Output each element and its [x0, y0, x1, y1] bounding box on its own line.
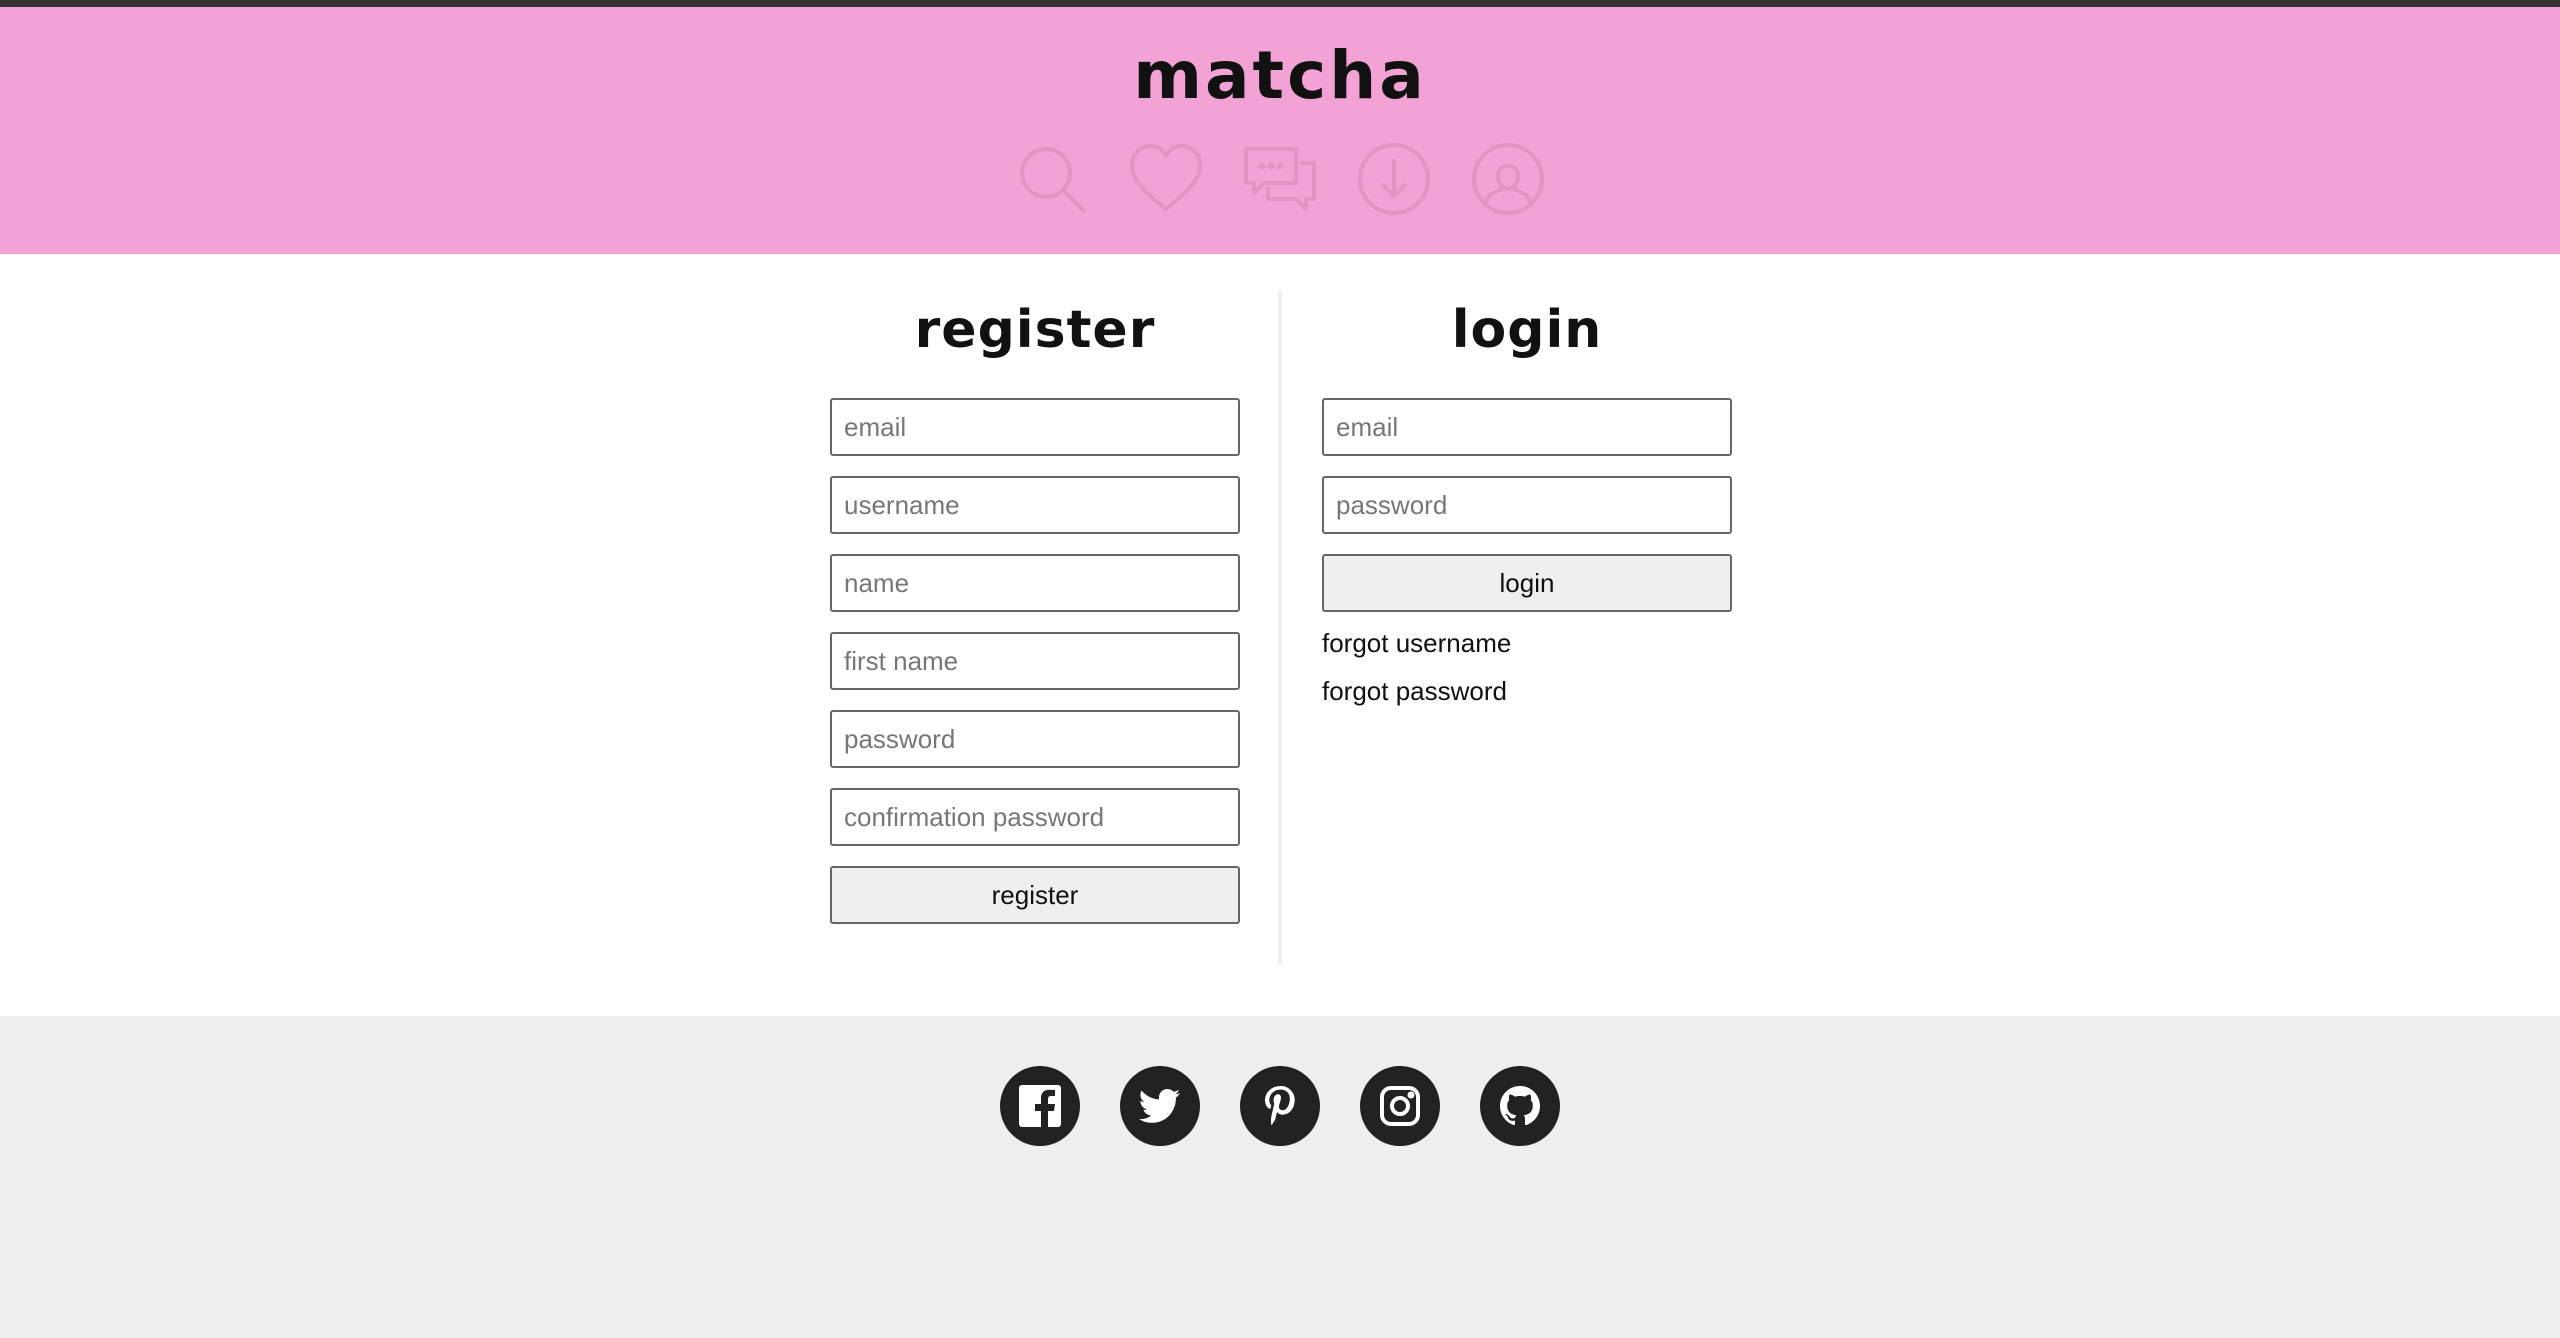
register-name-field[interactable]: [830, 554, 1240, 612]
register-form: register register: [830, 290, 1240, 924]
forgot-username-link[interactable]: forgot username: [1322, 626, 1732, 660]
search-icon: [1020, 147, 1086, 213]
register-email-field[interactable]: [830, 398, 1240, 456]
facebook-link[interactable]: [1000, 1066, 1080, 1146]
login-password-field[interactable]: [1322, 476, 1732, 534]
login-form: login login forgot username forgot passw…: [1322, 290, 1732, 708]
main-nav: [0, 141, 2560, 217]
download-icon: [1358, 143, 1430, 215]
login-links: forgot username forgot password: [1322, 626, 1732, 708]
facebook-icon: [1019, 1085, 1061, 1127]
instagram-link[interactable]: [1360, 1066, 1440, 1146]
column-divider: [1278, 290, 1282, 964]
top-border: [0, 0, 2560, 7]
forgot-password-link[interactable]: forgot password: [1322, 674, 1732, 708]
nav-messages[interactable]: [1242, 141, 1318, 217]
brand-title: matcha: [1133, 37, 1427, 114]
twitter-icon: [1138, 1089, 1180, 1123]
chat-icon: [1244, 147, 1316, 211]
nav-likes[interactable]: [1128, 141, 1204, 217]
login-title: login: [1451, 300, 1603, 360]
register-password-field[interactable]: [830, 710, 1240, 768]
github-icon: [1500, 1086, 1540, 1126]
github-link[interactable]: [1480, 1066, 1560, 1146]
pinterest-link[interactable]: [1240, 1066, 1320, 1146]
login-button[interactable]: login: [1322, 554, 1732, 612]
heart-icon: [1130, 144, 1202, 211]
twitter-link[interactable]: [1120, 1066, 1200, 1146]
site-header: matcha: [0, 7, 2560, 254]
site-footer: [0, 1016, 2560, 1338]
register-title: register: [914, 300, 1156, 360]
nav-download[interactable]: [1356, 141, 1432, 217]
login-email-field[interactable]: [1322, 398, 1732, 456]
instagram-icon: [1380, 1086, 1420, 1126]
pinterest-icon: [1265, 1086, 1295, 1125]
register-button[interactable]: register: [830, 866, 1240, 924]
nav-search[interactable]: [1014, 141, 1090, 217]
profile-icon: [1472, 143, 1544, 215]
register-first-name-field[interactable]: [830, 632, 1240, 690]
nav-profile[interactable]: [1470, 141, 1546, 217]
social-links: [0, 1066, 2560, 1146]
register-confirm-password-field[interactable]: [830, 788, 1240, 846]
register-username-field[interactable]: [830, 476, 1240, 534]
